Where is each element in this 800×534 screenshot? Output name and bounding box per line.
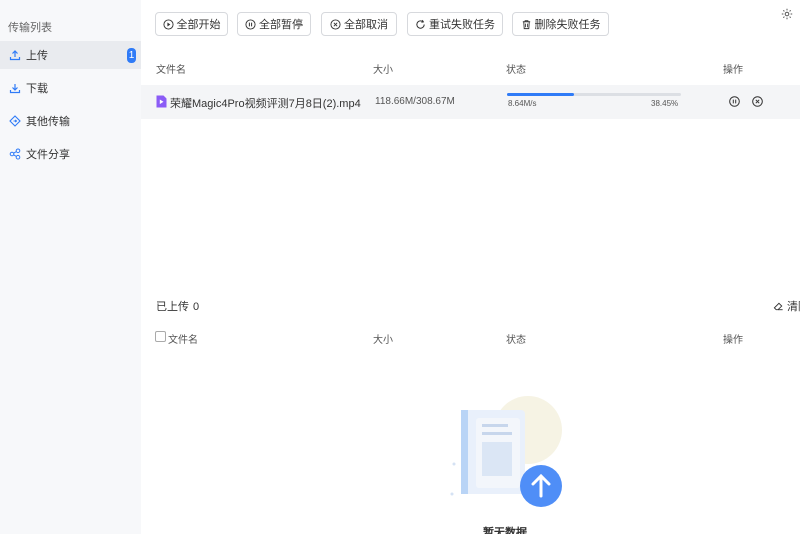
- settings-icon[interactable]: [781, 8, 793, 20]
- upload-progress-bar: [507, 93, 681, 96]
- retry-failed-button[interactable]: 重试失败任务: [407, 12, 503, 36]
- pause-icon: [245, 18, 256, 30]
- sidebar-item-other-transfer[interactable]: 其他传输: [0, 107, 141, 135]
- completed-title: 已上传 0: [156, 298, 199, 314]
- pause-all-label: 全部暂停: [259, 19, 303, 31]
- upload-icon: [8, 49, 21, 62]
- cancel-icon: [330, 18, 341, 30]
- sidebar-item-upload[interactable]: 上传 1: [0, 41, 141, 69]
- column-header-filename[interactable]: 文件名: [168, 331, 198, 346]
- select-all-checkbox[interactable]: [155, 331, 166, 342]
- sidebar-item-label: 文件分享: [26, 149, 70, 161]
- transfer-icon: [8, 115, 21, 128]
- video-file-icon: [156, 95, 167, 108]
- sidebar-item-label: 上传: [26, 50, 48, 62]
- upload-percent: 38.45%: [651, 99, 679, 108]
- completed-count: 0: [193, 301, 200, 313]
- delete-failed-label: 删除失败任务: [534, 19, 601, 31]
- column-header-filename[interactable]: 文件名: [156, 61, 186, 76]
- column-header-size[interactable]: 大小: [373, 331, 393, 346]
- upload-speed: 8.64M/s: [508, 99, 537, 108]
- clear-records-button[interactable]: 清除: [773, 298, 800, 314]
- sidebar-item-label: 下载: [26, 83, 48, 95]
- empty-state-illustration: [450, 396, 562, 507]
- pause-icon[interactable]: [729, 96, 740, 107]
- column-header-size[interactable]: 大小: [373, 61, 393, 76]
- file-size: 118.66M/308.67M: [375, 96, 455, 107]
- column-header-actions: 操作: [723, 335, 743, 346]
- empty-state-text: 暂无数据: [483, 527, 527, 534]
- cancel-all-label: 全部取消: [344, 19, 388, 31]
- sidebar: 传输列表 上传 1 下载 其他传输 文件分享: [0, 0, 141, 534]
- delete-failed-button[interactable]: 删除失败任务: [512, 12, 609, 36]
- completed-title-label: 已上传: [156, 301, 189, 313]
- clear-records-label: 清除: [787, 301, 800, 313]
- cancel-icon[interactable]: [752, 96, 763, 107]
- transfer-window: 传输列表 上传 1 下载 其他传输 文件分享 全部开始 全部暂停 全部取消 重试…: [0, 0, 800, 534]
- pause-all-button[interactable]: 全部暂停: [237, 12, 311, 36]
- upload-progress-fill: [507, 93, 574, 96]
- download-icon: [8, 82, 21, 95]
- column-header-actions: 操作: [723, 65, 743, 76]
- sidebar-item-download[interactable]: 下载: [0, 74, 141, 102]
- retry-failed-label: 重试失败任务: [429, 19, 495, 31]
- trash-icon: [522, 19, 530, 29]
- start-all-button[interactable]: 全部开始: [155, 12, 228, 36]
- column-header-status: 状态: [506, 65, 526, 76]
- retry-icon: [416, 19, 425, 29]
- share-icon: [8, 148, 21, 161]
- cancel-all-button[interactable]: 全部取消: [321, 12, 397, 36]
- sidebar-item-file-share[interactable]: 文件分享: [0, 140, 141, 168]
- sidebar-item-label: 其他传输: [26, 116, 70, 128]
- start-all-label: 全部开始: [176, 19, 221, 31]
- column-header-status: 状态: [506, 335, 526, 346]
- eraser-icon: [773, 302, 783, 310]
- sidebar-title: 传输列表: [8, 22, 52, 34]
- play-icon: [162, 18, 174, 30]
- upload-count-badge: 1: [127, 48, 136, 63]
- file-name: 荣耀Magic4Pro视频评测7月8日(2).mp4: [170, 98, 361, 110]
